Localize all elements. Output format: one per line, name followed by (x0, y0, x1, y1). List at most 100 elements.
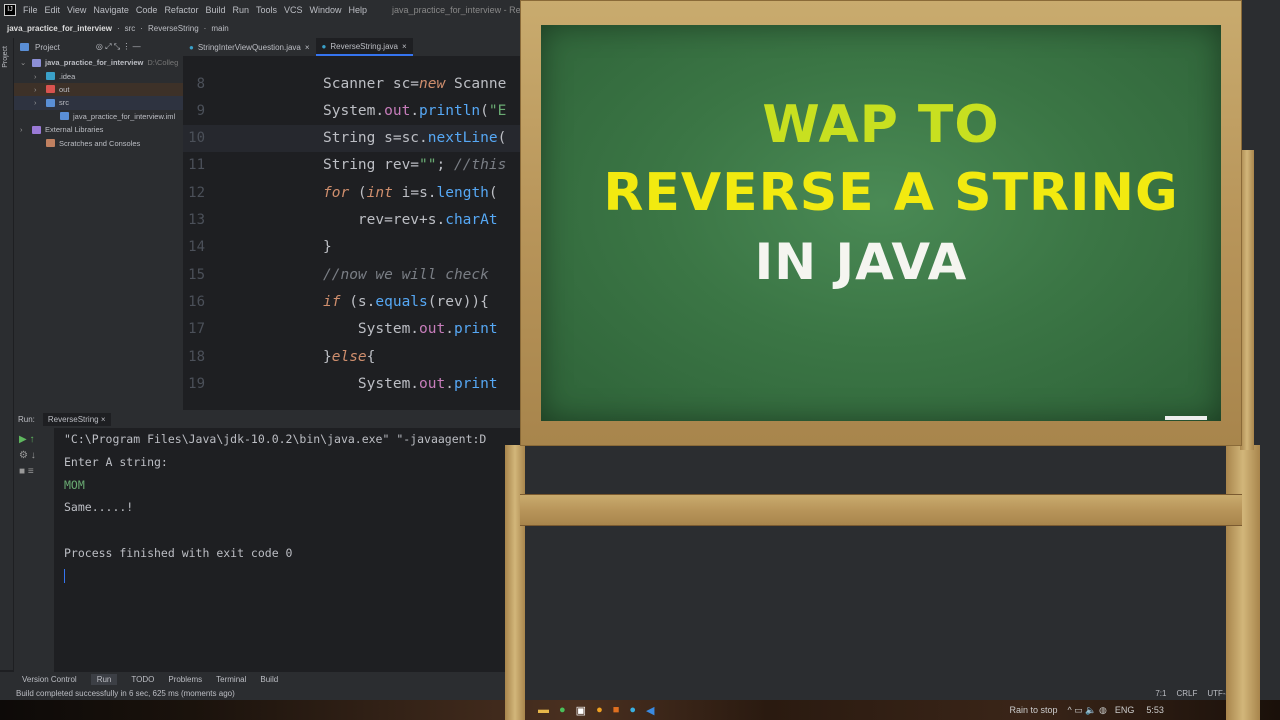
menu-refactor[interactable]: Refactor (164, 5, 198, 15)
line-number: 15 (188, 266, 205, 283)
tool-terminal[interactable]: Terminal (216, 675, 246, 684)
settings-icon[interactable]: ⚙ ↓ (14, 448, 54, 464)
file-explorer-icon[interactable]: ▬ (538, 704, 549, 717)
code-line: 15 //now we will check (183, 261, 520, 288)
weather-widget[interactable]: Rain to stop (1010, 705, 1058, 715)
expand-chevron-icon[interactable]: › (20, 125, 28, 134)
project-tree-item[interactable]: Scratches and Consoles (14, 136, 183, 149)
menu-build[interactable]: Build (205, 5, 225, 15)
code-text: System.out.print (323, 375, 498, 392)
menu-tools[interactable]: Tools (256, 5, 277, 15)
project-tree-item[interactable]: › src (14, 96, 183, 110)
tree-item-label: External Libraries (45, 125, 104, 135)
code-text: String rev=""; //this (323, 157, 507, 174)
code-editor[interactable]: 8 Scanner sc=new Scanne 9 System.out.printl… (183, 56, 520, 410)
project-tool-button[interactable]: Project (2, 46, 9, 68)
tool-todo[interactable]: TODO (131, 675, 154, 684)
whatsapp-icon[interactable]: ● (559, 704, 566, 717)
project-panel: Project ◎ ⤢ ⤡ ⋮ — ⌄ java_practice_for_int… (14, 38, 183, 410)
menu-window[interactable]: Window (310, 5, 342, 15)
line-number: 12 (188, 184, 205, 201)
code-line: 9 System.out.println("E (183, 97, 520, 124)
rerun-icon[interactable]: ▶ ↑ (14, 428, 54, 448)
tool-window-bar: Version Control Run TODO Problems Termin… (0, 672, 1280, 687)
menu-help[interactable]: Help (349, 5, 368, 15)
run-tab-reversestring[interactable]: ReverseString × (42, 412, 111, 426)
project-tree-item[interactable]: › out (14, 82, 183, 97)
intellij-icon[interactable]: ▣ (576, 704, 586, 717)
code-line: 19 System.out.print (183, 370, 520, 397)
board-title-line-1: WAP TO (762, 95, 1000, 155)
breadcrumb-src[interactable]: src (125, 24, 136, 33)
tool-build[interactable]: Build (260, 675, 278, 684)
expand-chevron-icon[interactable]: › (34, 72, 42, 81)
chrome-icon[interactable]: ● (596, 704, 603, 717)
run-toolbar: ▶ ↑ ⚙ ↓ ■ ≡ (14, 428, 54, 672)
expand-chevron-icon[interactable] (48, 112, 56, 121)
console-line: "C:\Program Files\Java\jdk-10.0.2\bin\ja… (64, 432, 487, 446)
tree-item-label: Scratches and Consoles (59, 138, 141, 148)
code-line: 17 System.out.print (183, 316, 520, 343)
line-number: 13 (188, 212, 205, 228)
project-tree-item[interactable]: › External Libraries (14, 123, 183, 136)
run-console-output[interactable]: "C:\Program Files\Java\jdk-10.0.2\bin\ja… (54, 428, 520, 672)
tab-reversestring[interactable]: ● ReverseString.java × (315, 38, 413, 56)
breadcrumb-class[interactable]: ReverseString (148, 24, 199, 33)
line-number: 8 (196, 75, 205, 92)
vscode-icon[interactable]: ◀ (646, 704, 654, 717)
menu-vcs[interactable]: VCS (284, 5, 303, 15)
menu-view[interactable]: View (67, 5, 86, 15)
expand-chevron-icon[interactable]: › (34, 85, 42, 94)
line-number: 16 (188, 293, 205, 310)
breadcrumb-project[interactable]: java_practice_for_interview (7, 24, 112, 33)
tool-run[interactable]: Run (90, 674, 118, 685)
folder-icon (46, 85, 55, 94)
menu-edit[interactable]: Edit (45, 5, 61, 15)
caret-position[interactable]: 7:1 (1155, 689, 1166, 698)
app-icon[interactable]: ■ (613, 704, 620, 717)
project-view-selector[interactable]: Project (35, 43, 60, 52)
tree-item-label: java_practice_for_interview.iml (73, 111, 176, 121)
menu-file[interactable]: File (23, 5, 38, 15)
code-line: 11 String rev=""; //this (183, 152, 520, 179)
menu-run[interactable]: Run (232, 5, 249, 15)
project-panel-header: Project ◎ ⤢ ⤡ ⋮ — (14, 38, 183, 56)
expand-chevron-icon[interactable]: › (34, 98, 42, 107)
tab-stringinterviewquestion[interactable]: ● StringInterViewQuestion.java × (183, 38, 316, 56)
tool-problems[interactable]: Problems (168, 675, 202, 684)
project-tree-item[interactable]: ⌄ java_practice_for_interview D:\Colleg (14, 56, 183, 69)
code-text: //now we will check (323, 266, 489, 283)
edge-icon[interactable]: ● (629, 704, 636, 717)
breadcrumb-method[interactable]: main (211, 24, 228, 33)
status-message: Build completed successfully in 6 sec, 6… (16, 689, 235, 698)
close-icon[interactable]: × (402, 42, 407, 51)
left-tool-strip: Project (0, 38, 14, 670)
code-text: String s=sc.nextLine( (323, 130, 507, 147)
input-language[interactable]: ENG (1115, 705, 1135, 715)
project-tree-item[interactable]: java_practice_for_interview.iml (14, 110, 183, 123)
line-number: 18 (188, 348, 205, 365)
code-line: 14} (183, 234, 520, 261)
stop-icon[interactable]: ■ ≡ (14, 464, 54, 480)
code-line: 12 for (int i=s.length( (183, 179, 520, 206)
breadcrumb: java_practice_for_interview · src · Revers… (0, 19, 520, 38)
project-tree-item[interactable]: › .idea (14, 69, 183, 82)
line-number: 19 (188, 375, 205, 392)
tree-item-label: java_practice_for_interview (45, 58, 144, 68)
tree-item-label: src (59, 98, 69, 108)
expand-chevron-icon[interactable]: ⌄ (20, 58, 28, 67)
console-line: Same.....! (64, 500, 134, 515)
line-number: 9 (196, 102, 205, 119)
expand-chevron-icon[interactable] (34, 139, 42, 148)
menu-code[interactable]: Code (136, 5, 158, 15)
clock[interactable]: 5:53 (1146, 705, 1164, 715)
line-number: 14 (188, 239, 205, 256)
menu-navigate[interactable]: Navigate (93, 5, 129, 15)
tray-icons[interactable]: ^ ▭ 🔈 ◍ (1068, 705, 1107, 716)
line-separator[interactable]: CRLF (1176, 689, 1197, 698)
tool-version-control[interactable]: Version Control (22, 675, 77, 684)
line-number: 17 (188, 321, 205, 338)
close-icon[interactable]: × (305, 43, 310, 52)
settings-icon[interactable]: ◎ ⤢ ⤡ ⋮ — (96, 42, 141, 52)
